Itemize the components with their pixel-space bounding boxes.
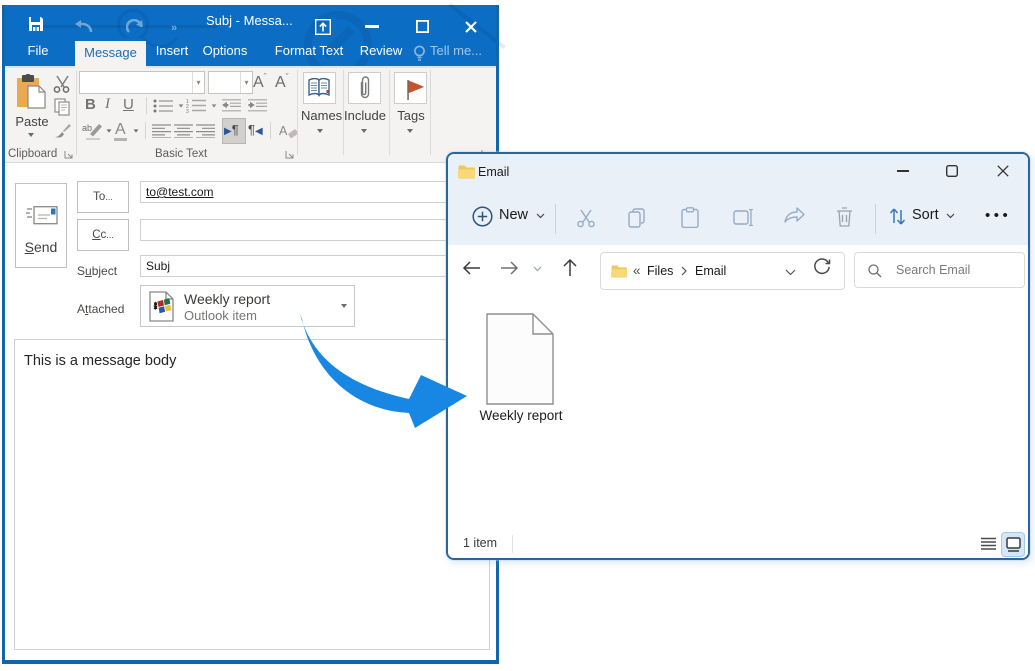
svg-text:3: 3 — [186, 109, 189, 113]
svg-text:A: A — [279, 124, 288, 138]
svg-text:ab: ab — [82, 123, 92, 133]
